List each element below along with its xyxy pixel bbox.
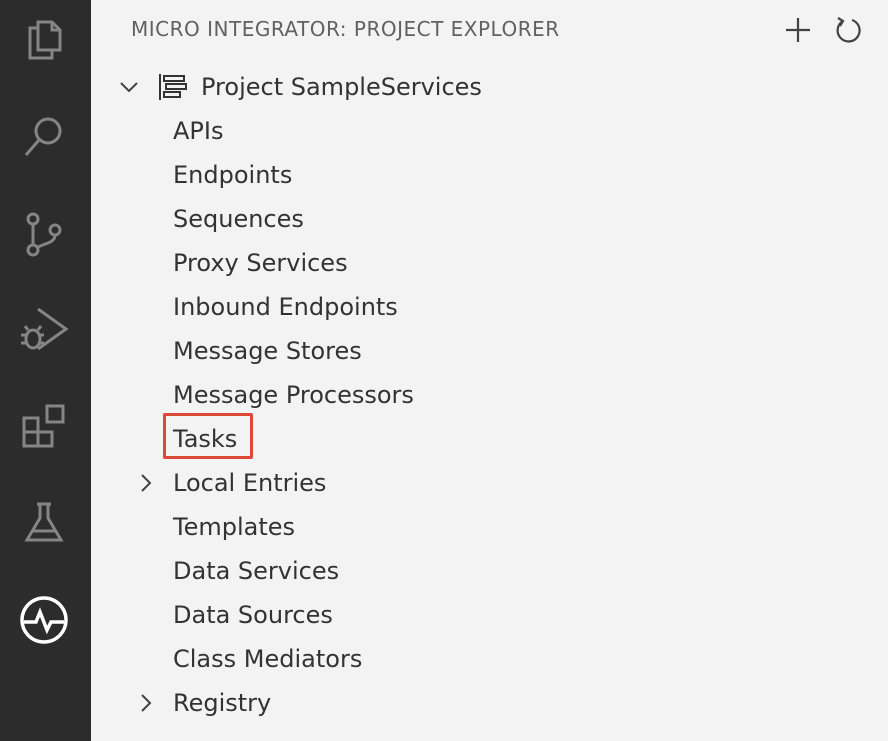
tree-item-label: Templates <box>173 513 296 541</box>
refresh-icon[interactable] <box>830 12 866 48</box>
run-debug-icon[interactable] <box>14 299 74 359</box>
tree-item-label: Inbound Endpoints <box>173 293 398 321</box>
extensions-icon[interactable] <box>14 396 74 456</box>
panel-title: MICRO INTEGRATOR: PROJECT EXPLORER <box>131 17 560 41</box>
micro-integrator-icon[interactable] <box>14 590 74 650</box>
tree-item-class-mediators[interactable]: Class Mediators <box>91 637 888 681</box>
project-explorer-panel: MICRO INTEGRATOR: PROJECT EXPLORER Proje… <box>91 0 888 741</box>
tree-item-label: Message Stores <box>173 337 362 365</box>
add-icon[interactable] <box>780 12 816 48</box>
tree-item-local-entries[interactable]: Local Entries <box>91 461 888 505</box>
tree-item-data-services[interactable]: Data Services <box>91 549 888 593</box>
tree-item-label: Sequences <box>173 205 304 233</box>
testing-icon[interactable] <box>14 493 74 553</box>
tree-row-project[interactable]: Project SampleServices <box>91 65 888 109</box>
tree-item-label: Class Mediators <box>173 645 363 673</box>
tree-item-sequences[interactable]: Sequences <box>91 197 888 241</box>
chevron-down-icon[interactable] <box>119 77 139 97</box>
tree-item-label: Message Processors <box>173 381 414 409</box>
tree-item-message-processors[interactable]: Message Processors <box>91 373 888 417</box>
search-icon[interactable] <box>14 107 74 167</box>
highlight-annotation <box>163 413 253 459</box>
activity-bar <box>0 0 91 741</box>
vscode-window: MICRO INTEGRATOR: PROJECT EXPLORER Proje… <box>0 0 888 741</box>
tree-item-templates[interactable]: Templates <box>91 505 888 549</box>
tree-item-label: APIs <box>173 117 224 145</box>
tree-item-label: Local Entries <box>173 469 327 497</box>
tree-item-label: Proxy Services <box>173 249 348 277</box>
files-icon[interactable] <box>14 10 74 70</box>
tree-item-proxy-services[interactable]: Proxy Services <box>91 241 888 285</box>
source-control-icon[interactable] <box>14 204 74 264</box>
tree-item-label: Data Services <box>173 557 340 585</box>
chevron-right-icon[interactable] <box>136 693 156 713</box>
project-icon <box>157 71 189 103</box>
project-label: Project SampleServices <box>201 73 482 101</box>
tree-item-apis[interactable]: APIs <box>91 109 888 153</box>
tree-item-data-sources[interactable]: Data Sources <box>91 593 888 637</box>
tree-item-registry[interactable]: Registry <box>91 681 888 725</box>
tree-item-label: Registry <box>173 689 272 717</box>
tree-item-label: Data Sources <box>173 601 333 629</box>
tree-item-message-stores[interactable]: Message Stores <box>91 329 888 373</box>
tree-item-endpoints[interactable]: Endpoints <box>91 153 888 197</box>
tree-item-label: Endpoints <box>173 161 293 189</box>
tree-item-inbound-endpoints[interactable]: Inbound Endpoints <box>91 285 888 329</box>
panel-title-actions <box>780 12 866 48</box>
chevron-right-icon[interactable] <box>136 473 156 493</box>
